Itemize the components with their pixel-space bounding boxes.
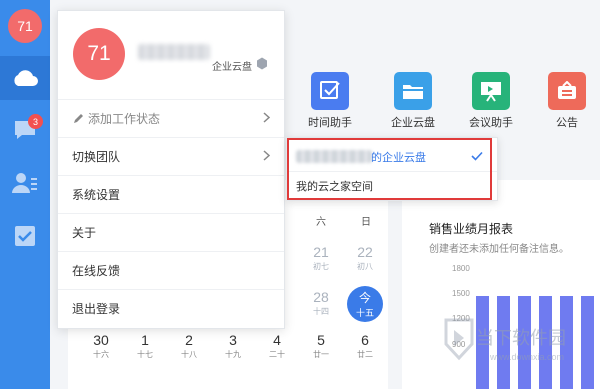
calendar-day[interactable]: 30 十六 — [81, 332, 121, 360]
watermark-logo-icon — [444, 318, 474, 361]
cloud-icon — [14, 70, 39, 86]
menu-item-add-status[interactable]: 添加工作状态 — [58, 99, 284, 137]
app-label: 公告 — [556, 117, 578, 129]
projector-icon — [481, 82, 501, 102]
menu-item-settings[interactable]: 系统设置 — [58, 175, 284, 213]
app-label: 企业云盘 — [391, 117, 435, 129]
menu-item-about[interactable]: 关于 — [58, 213, 284, 251]
day-number: 3 — [229, 332, 237, 348]
calendar-day[interactable]: 3 十九 — [213, 332, 253, 360]
app-tile — [394, 72, 432, 110]
chevron-right-icon — [263, 150, 270, 161]
menu-item-label: 退出登录 — [72, 302, 121, 316]
calendar-day[interactable]: 6 廿二 — [345, 332, 385, 360]
rail-item-tasks[interactable] — [0, 214, 50, 258]
app-enterprise-drive[interactable]: 企业云盘 — [378, 72, 448, 130]
left-rail: 71 3 — [0, 0, 50, 389]
app-time-assistant[interactable]: 时间助手 — [295, 72, 365, 130]
menu-item-switch-team[interactable]: 切换团队 — [58, 137, 284, 175]
menu-item-label: 关于 — [72, 226, 97, 240]
rail-avatar-text: 71 — [17, 18, 33, 34]
day-number: 30 — [93, 332, 109, 348]
watermark: 当下软件园 www.downxia.com — [440, 310, 600, 389]
calendar-day[interactable]: 4 二十 — [257, 332, 297, 360]
highlight-frame — [287, 138, 492, 200]
menu-item-label: 在线反馈 — [72, 264, 121, 278]
y-tick-label: 1800 — [452, 264, 470, 273]
calendar-day[interactable]: 22 初八 — [345, 244, 385, 272]
day-number: 4 — [273, 332, 281, 348]
calendar-day[interactable]: 2 十八 — [169, 332, 209, 360]
day-lunar: 十四 — [313, 307, 329, 316]
day-lunar: 初七 — [313, 262, 329, 271]
watermark-text: 当下软件园 — [476, 328, 566, 349]
app-announcement[interactable]: 公告 — [532, 72, 600, 130]
day-lunar: 二十 — [269, 350, 285, 359]
checkbox-icon — [15, 226, 35, 246]
day-number: 2 — [185, 332, 193, 348]
calendar-day[interactable]: 28 十四 — [301, 289, 341, 317]
hexagon-gear-icon[interactable] — [256, 57, 268, 70]
day-number: 今 — [358, 291, 371, 305]
calendar-day[interactable]: 5 廿一 — [301, 332, 341, 360]
calendar-today[interactable]: 今 十五 — [347, 286, 383, 322]
day-lunar: 十八 — [181, 350, 197, 359]
weekday-header-sun: 日 — [361, 217, 371, 228]
y-tick-label: 1500 — [452, 289, 470, 298]
rail-item-cloud[interactable] — [0, 56, 50, 100]
day-number: 21 — [313, 244, 329, 260]
app-label: 时间助手 — [308, 117, 352, 129]
app-grid: 时间助手 企业云盘 会议助手 公告 — [295, 72, 600, 132]
announcement-icon — [558, 81, 576, 99]
app-tile — [472, 72, 510, 110]
checkbox-icon — [320, 81, 340, 99]
menu-avatar[interactable]: 71 — [73, 28, 125, 80]
app-meeting-assistant[interactable]: 会议助手 — [456, 72, 526, 130]
day-number: 28 — [313, 289, 329, 305]
chat-badge: 3 — [28, 114, 43, 129]
menu-avatar-text: 71 — [87, 42, 111, 65]
watermark-url: www.downxia.com — [490, 352, 565, 362]
menu-item-label: 添加工作状态 — [88, 112, 161, 126]
app-label: 会议助手 — [469, 117, 513, 129]
contacts-icon — [12, 173, 37, 193]
day-lunar: 十六 — [93, 350, 109, 359]
pencil-icon — [74, 113, 83, 123]
day-number: 5 — [317, 332, 325, 348]
sales-report-title: 销售业绩月报表 — [429, 222, 514, 236]
day-lunar: 廿一 — [313, 350, 329, 359]
day-number: 22 — [357, 244, 373, 260]
day-lunar: 廿二 — [357, 350, 373, 359]
menu-item-logout[interactable]: 退出登录 — [58, 289, 284, 327]
menu-item-feedback[interactable]: 在线反馈 — [58, 251, 284, 289]
rail-avatar[interactable]: 71 — [8, 9, 42, 43]
sales-report-subtitle: 创建者还未添加任何备注信息。 — [429, 244, 569, 255]
day-lunar: 初八 — [357, 262, 373, 271]
app-tile — [311, 72, 349, 110]
profile-dropdown: 71 企业云盘 添加工作状态 切换团队 系统设置 关于 在线反馈 退出登录 — [57, 10, 285, 329]
app-tile — [548, 72, 586, 110]
weekday-header-sat: 六 — [316, 217, 326, 228]
calendar-day[interactable]: 1 十七 — [125, 332, 165, 360]
calendar-day[interactable]: 21 初七 — [301, 244, 341, 272]
rail-item-messages[interactable]: 3 — [0, 108, 50, 152]
menu-item-label: 系统设置 — [72, 188, 121, 202]
rail-item-contacts[interactable] — [0, 161, 50, 205]
day-lunar: 十九 — [225, 350, 241, 359]
day-number: 6 — [361, 332, 369, 348]
folder-icon — [403, 85, 423, 99]
day-lunar: 十七 — [137, 350, 153, 359]
chevron-right-icon — [263, 112, 270, 123]
user-name-redacted — [138, 44, 210, 60]
day-lunar: 十五 — [355, 309, 374, 319]
menu-item-label: 切换团队 — [72, 150, 121, 164]
day-number: 1 — [141, 332, 149, 348]
enterprise-tag: 企业云盘 — [212, 62, 252, 73]
